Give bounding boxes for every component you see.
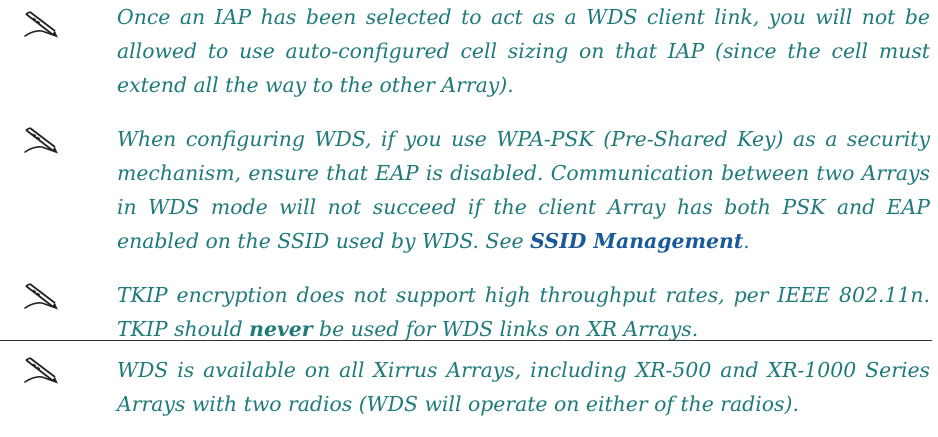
section-divider [0, 340, 932, 341]
note-1-text: Once an IAP has been selected to act as … [117, 5, 930, 97]
note-2-text: When configuring WDS, if you use WPA-PSK… [117, 122, 930, 258]
ssid-management-link[interactable]: SSID Management [530, 229, 743, 253]
note-3-emphasis: never [249, 317, 313, 341]
note-2-text-before: When configuring WDS, if you use WPA-PSK… [117, 127, 930, 253]
note-3-text-part2: be used for WDS links on XR Arrays. [312, 317, 699, 341]
pencil-note-icon [24, 357, 58, 384]
pencil-note-icon [24, 283, 58, 310]
pencil-note-icon [24, 11, 58, 38]
note-3-text: TKIP encryption does not support high th… [117, 278, 930, 346]
note-4-text: WDS is available on all Xirrus Arrays, i… [117, 358, 930, 416]
note-2-text-after: . [743, 229, 750, 253]
pencil-note-icon [24, 127, 58, 154]
